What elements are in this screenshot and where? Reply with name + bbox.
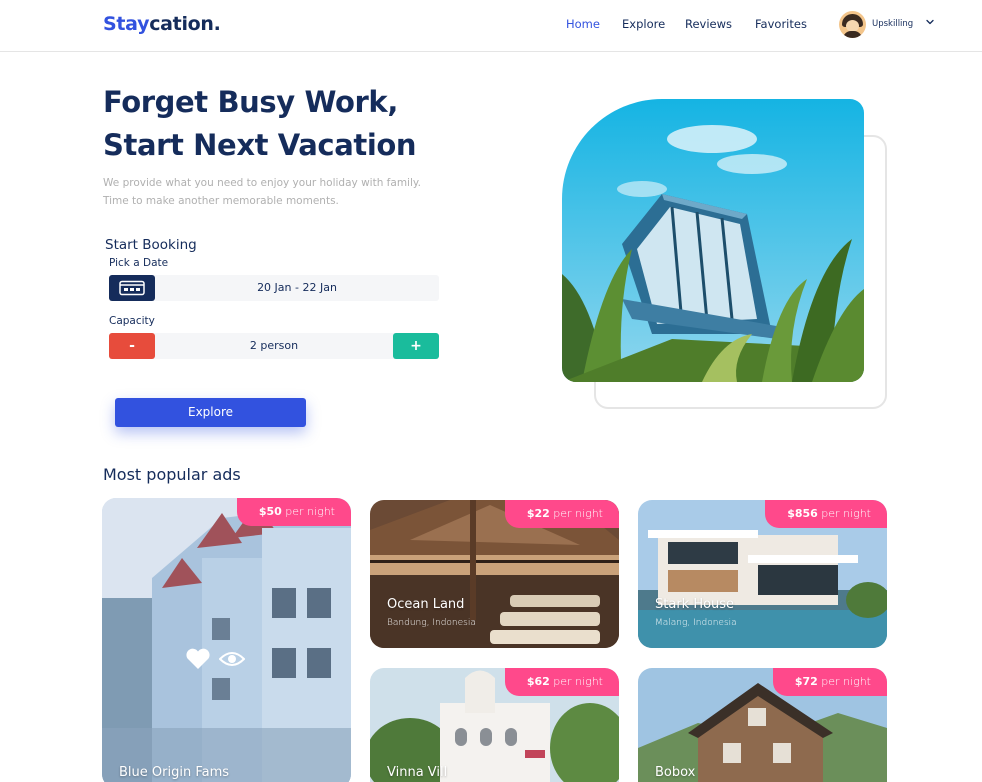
brand-logo-part2: cation. [149,13,221,35]
property-card-stark-house[interactable]: $856 per night Stark House Malang, Indon… [638,500,887,648]
explore-button[interactable]: Explore [115,398,306,427]
property-card-blue-origin-fams[interactable]: $50 per night Blue Origin Fams [102,498,351,782]
date-value[interactable]: 20 Jan - 22 Jan [155,275,439,301]
heart-icon[interactable] [185,648,211,670]
nav-reviews[interactable]: Reviews [685,17,732,31]
property-name: Stark House [655,597,735,612]
user-name[interactable]: Upskilling [872,19,913,29]
price-tag: $62 per night [504,668,619,696]
section-title-popular: Most popular ads [103,465,241,484]
brand-logo-part1: Stay [103,13,150,35]
hero-image [562,99,864,382]
property-location: Bandung, Indonesia [387,618,476,628]
price-unit: per night [549,507,603,520]
price-value: $856 [787,507,818,520]
property-card-ocean-land[interactable]: $22 per night Ocean Land Bandung, Indone… [370,500,619,648]
calendar-button[interactable] [109,275,155,301]
property-name: Blue Origin Fams [119,765,230,780]
price-tag: $856 per night [765,500,887,528]
price-unit: per night [281,505,335,518]
hero-description-line1: We provide what you need to enjoy your h… [103,177,421,189]
price-value: $72 [794,675,818,688]
user-avatar[interactable] [839,11,866,38]
nav-favorites[interactable]: Favorites [755,17,807,31]
capacity-label: Capacity [109,315,155,327]
price-unit: per night [817,507,871,520]
price-unit: per night [549,675,603,688]
price-value: $22 [526,507,550,520]
price-value: $50 [258,505,282,518]
property-name: Vinna Vill [387,765,448,780]
price-value: $62 [526,675,550,688]
nav-home[interactable]: Home [566,17,600,31]
brand-logo[interactable]: Staycation. [103,13,221,35]
hero-title: Forget Busy Work, Start Next Vacation [103,81,417,167]
price-tag: $22 per night [504,500,619,528]
hero-description: We provide what you need to enjoy your h… [103,174,463,210]
booking-title: Start Booking [105,237,197,253]
property-location: Malang, Indonesia [655,618,737,628]
capacity-stepper: - 2 person + [109,333,439,359]
hero-title-line2: Start Next Vacation [103,128,417,162]
hero-title-line1: Forget Busy Work, [103,85,398,119]
eye-icon[interactable] [219,650,245,668]
nav-explore[interactable]: Explore [622,17,665,31]
property-card-bobox[interactable]: $72 per night Bobox [638,668,887,782]
property-card-vinna-vill[interactable]: $62 per night Vinna Vill [370,668,619,782]
calendar-icon [119,280,145,296]
capacity-value[interactable]: 2 person [155,333,393,359]
hero-description-line2: Time to make another memorable moments. [103,195,339,207]
property-name: Ocean Land [387,597,465,612]
chevron-down-icon[interactable] [924,16,936,28]
price-tag: $72 per night [772,668,887,696]
price-unit: per night [817,675,871,688]
top-navbar: Staycation. Home Explore Reviews Favorit… [0,0,982,52]
decrease-capacity-button[interactable]: - [109,333,155,359]
property-name: Bobox [655,765,696,780]
price-tag: $50 per night [236,498,351,526]
date-picker[interactable]: 20 Jan - 22 Jan [109,275,439,301]
increase-capacity-button[interactable]: + [393,333,439,359]
date-label: Pick a Date [109,257,169,269]
